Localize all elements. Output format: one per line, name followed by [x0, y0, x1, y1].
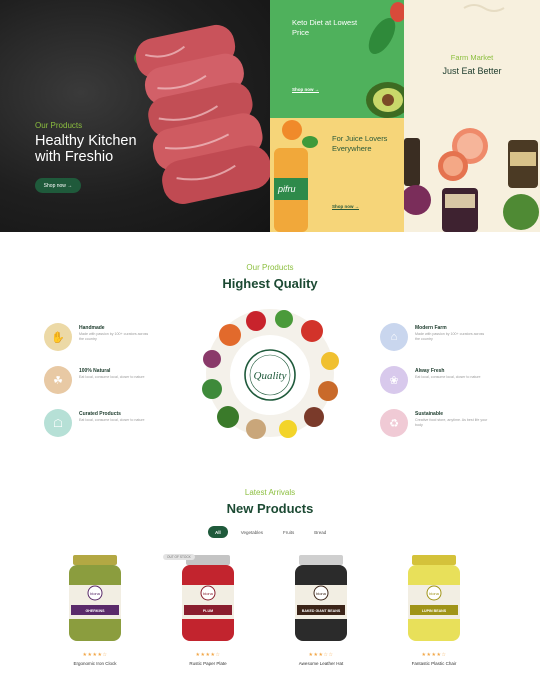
tab-fruits[interactable]: Fruits	[276, 526, 301, 538]
keto-diet-banner[interactable]: Keto Diet at Lowest Price Shop now →	[270, 0, 404, 118]
keto-shop-link[interactable]: Shop now →	[292, 87, 320, 93]
product-name[interactable]: Awesome Leather Hat	[271, 661, 371, 666]
farm-products-image	[404, 4, 539, 232]
product-card[interactable]: biona BAKED GIANT BEANS ★★★☆☆ Awesome Leath…	[271, 553, 371, 675]
feature-description: Made with passion by 100+ curators acros…	[415, 332, 485, 341]
tab-all[interactable]: All	[208, 526, 228, 538]
svg-text:pifru: pifru	[277, 184, 296, 194]
quality-title: Highest Quality	[222, 276, 318, 291]
leaf-icon: ☘	[44, 366, 72, 394]
feature-title: Modern Farm	[415, 325, 447, 331]
fruit-icon: ❀	[380, 366, 408, 394]
product-jar-image: biona LUPIN BEANS	[408, 555, 460, 641]
product-jar-image: biona BAKED GIANT BEANS	[295, 555, 347, 641]
svg-text:PLUM: PLUM	[203, 609, 213, 613]
svg-text:BAKED GIANT BEANS: BAKED GIANT BEANS	[302, 609, 341, 613]
product-filter-tabs: All Vegetables Fruits Bread	[208, 526, 333, 538]
farm-market-banner[interactable]: Farm Market Just Eat Better	[404, 0, 540, 232]
svg-text:biona: biona	[203, 591, 214, 596]
feature-modern-farm: ⌂ Modern Farm Made with passion by 100+ cu…	[380, 323, 490, 353]
keto-diet-title: Keto Diet at Lowest Price	[292, 18, 358, 37]
product-card[interactable]: biona LUPIN BEANS ★★★★☆ Fantastic Plastic C…	[384, 553, 484, 675]
feature-description: Made with passion by 100+ curators acros…	[79, 332, 149, 341]
hero-eyebrow: Our Products	[35, 121, 83, 130]
product-rating-stars: ★★★★☆	[82, 652, 108, 658]
feature-title: Sustainable	[415, 411, 444, 417]
out-of-stock-badge: OUT OF STOCK	[163, 554, 195, 560]
feature-title: Curated Products	[79, 411, 121, 417]
quality-eyebrow: Our Products	[246, 263, 294, 272]
svg-text:biona: biona	[316, 591, 327, 596]
feature-description: Eat local, consume local, closer to natu…	[79, 418, 145, 422]
product-rating-stars: ★★★☆☆	[308, 652, 334, 658]
juice-title: For Juice Lovers Everywhere	[332, 134, 388, 153]
product-card[interactable]: biona PLUM ★★★★☆ Rustic Paper Plate	[158, 553, 258, 675]
farm-title: Just Eat Better	[442, 66, 502, 76]
products-title: New Products	[226, 501, 314, 516]
svg-text:GHERKINS: GHERKINS	[86, 609, 106, 613]
hero-shop-button[interactable]: Shop now →	[35, 178, 81, 193]
hero-section: Our Products Healthy Kitchen with Freshi…	[0, 0, 540, 232]
hero-main-banner[interactable]: Our Products Healthy Kitchen with Freshi…	[0, 0, 270, 232]
feature-description: Eat local, consume local, closer to natu…	[79, 375, 145, 379]
products-eyebrow: Latest Arrivals	[244, 488, 296, 497]
svg-text:LUPIN BEANS: LUPIN BEANS	[422, 609, 447, 613]
feature-handmade: ✋ Handmade Made with passion by 100+ curat…	[44, 323, 154, 353]
feature-description: Creative food store, anytime. As best li…	[415, 418, 488, 427]
product-name[interactable]: Rustic Paper Plate	[158, 661, 258, 666]
feature-100-natural: ☘ 100% Natural Eat local, consume local, c…	[44, 366, 154, 396]
feature-alway-fresh: ❀ Alway Fresh Eat local, consume local, cl…	[380, 366, 490, 396]
hand-icon: ✋	[44, 323, 72, 351]
feature-curated-products: ☖ Curated Products Eat local, consume loca…	[44, 409, 154, 439]
product-rating-stars: ★★★★☆	[421, 652, 447, 658]
product-card[interactable]: biona GHERKINS ★★★★☆ Ergonomic Iron Clock	[45, 553, 145, 675]
hero-title: Healthy Kitchen with Freshio	[35, 133, 137, 165]
juice-shop-link[interactable]: Shop now →	[332, 204, 360, 210]
svg-text:biona: biona	[429, 591, 440, 596]
product-rating-stars: ★★★★☆	[195, 652, 221, 658]
feature-title: Handmade	[79, 325, 105, 331]
farm-icon: ⌂	[380, 323, 408, 351]
basket-icon: ☖	[44, 409, 72, 437]
product-jar-image: biona GHERKINS	[69, 555, 121, 641]
product-name[interactable]: Fantastic Plastic Chair	[384, 661, 484, 666]
quality-seal-text: Quality	[254, 370, 287, 382]
feature-title: 100% Natural	[79, 368, 111, 374]
feature-title: Alway Fresh	[415, 368, 445, 374]
svg-text:biona: biona	[90, 591, 101, 596]
farm-eyebrow: Farm Market	[450, 53, 494, 62]
steak-image	[134, 24, 270, 204]
tab-bread[interactable]: Bread	[307, 526, 333, 538]
juice-banner[interactable]: pifru For Juice Lovers Everywhere Shop n…	[270, 118, 404, 232]
feature-sustainable: ♻ Sustainable Creative food store, anytime…	[380, 409, 490, 439]
sustain-icon: ♻	[380, 409, 408, 437]
vegetable-bowl-image: Quality	[202, 309, 339, 439]
tab-vegetables[interactable]: Vegetables	[234, 526, 270, 538]
product-name[interactable]: Ergonomic Iron Clock	[45, 661, 145, 666]
product-jar-image: biona PLUM	[182, 555, 234, 641]
feature-description: Eat local, consume local, closer to natu…	[415, 375, 481, 379]
